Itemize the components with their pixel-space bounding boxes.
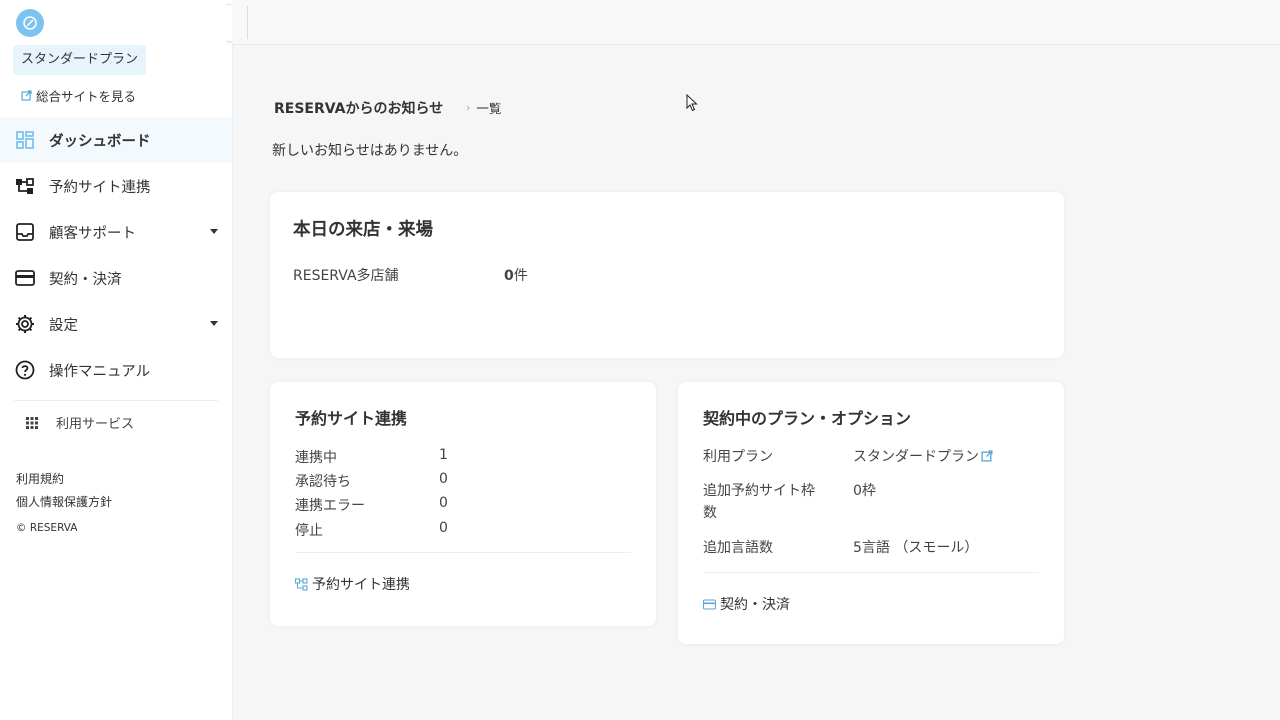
- gear-icon: [14, 313, 36, 335]
- external-link-icon: [981, 450, 993, 462]
- inbox-icon: [14, 221, 36, 243]
- news-empty-message: 新しいお知らせはありません。: [272, 143, 468, 159]
- terms-link[interactable]: 利用規約: [16, 468, 112, 491]
- contract-payment-button[interactable]: 契約・決済: [703, 594, 790, 614]
- logo[interactable]: [16, 9, 44, 37]
- mouse-cursor-icon: [686, 94, 698, 112]
- nav-label: ダッシュボード: [49, 133, 151, 150]
- status-label: 承認待ち: [295, 474, 351, 490]
- plan-label: 利用プラン: [703, 449, 773, 465]
- dashboard-icon: [14, 129, 36, 151]
- news-list-link[interactable]: › 一覧: [466, 98, 501, 117]
- external-link-icon: [21, 90, 32, 101]
- nav-label: 顧客サポート: [49, 225, 136, 242]
- contract-payment-button-label: 契約・決済: [720, 597, 790, 613]
- services-menu[interactable]: 利用サービス: [26, 413, 134, 432]
- nav-label: 操作マニュアル: [49, 363, 151, 380]
- nav-label: 予約サイト連携: [49, 179, 151, 196]
- extra-sites-label-line: 追加予約サイト枠: [703, 483, 815, 499]
- view-site-link[interactable]: 総合サイトを見る: [21, 86, 136, 105]
- plan-value: スタンダードプラン: [853, 449, 979, 465]
- card-title: 契約中のプラン・オプション: [703, 409, 912, 428]
- status-value: 0: [439, 471, 448, 487]
- view-site-label: 総合サイトを見る: [36, 89, 137, 104]
- status-value: 1: [439, 447, 448, 463]
- site-link-icon: [14, 175, 36, 197]
- status-value: 0: [439, 495, 448, 511]
- top-bar-divider: [247, 6, 248, 39]
- visit-count-value: 0: [504, 268, 514, 284]
- store-name: RESERVA多店舗: [293, 268, 399, 284]
- plan-value-link[interactable]: スタンダードプラン: [853, 446, 993, 466]
- privacy-link[interactable]: 個人情報保護方針: [16, 491, 112, 514]
- apps-grid-icon: [26, 416, 38, 429]
- chevron-down-icon[interactable]: [210, 229, 218, 234]
- sidebar: スタンダードプラン 総合サイトを見る ダッシュボード 予約サイト連携 顧客サポー…: [0, 0, 233, 720]
- nav-label: 契約・決済: [49, 271, 122, 288]
- logo-mark-icon: [23, 16, 37, 30]
- card-title: 本日の来店・来場: [293, 220, 433, 240]
- top-bar: [232, 0, 1280, 45]
- plan-badge: スタンダードプラン: [13, 45, 147, 75]
- sidebar-divider: [14, 400, 218, 401]
- status-label: 停止: [295, 523, 323, 539]
- extra-sites-label-line: 数: [703, 505, 717, 521]
- card-title: 予約サイト連携: [295, 409, 408, 428]
- extra-sites-value: 0枠: [853, 483, 876, 499]
- sidebar-footer: 利用規約 個人情報保護方針: [16, 468, 112, 514]
- nav-customer-support[interactable]: 顧客サポート: [0, 209, 232, 255]
- chevron-right-icon: ›: [466, 101, 471, 114]
- languages-label: 追加言語数: [703, 540, 773, 556]
- services-label: 利用サービス: [56, 417, 135, 432]
- status-label: 連携中: [295, 450, 337, 466]
- visit-count-unit: 件: [513, 268, 528, 284]
- card-divider: [295, 552, 631, 553]
- news-title: RESERVAからのお知らせ: [274, 101, 444, 117]
- visit-count: 0件: [504, 265, 528, 285]
- today-visits-card: 本日の来店・来場 RESERVA多店舗 0件: [270, 192, 1064, 358]
- help-icon: [14, 359, 36, 381]
- site-link-card: 予約サイト連携 連携中 1 承認待ち 0 連携エラー 0 停止 0 予約サイト連…: [270, 382, 656, 626]
- credit-card-icon: [703, 598, 716, 610]
- sidebar-nav: ダッシュボード 予約サイト連携 顧客サポート 契約・決済 設定 操作マニュアル: [0, 117, 232, 393]
- site-link-button[interactable]: 予約サイト連携: [295, 574, 410, 594]
- card-divider: [703, 572, 1039, 573]
- extra-sites-label: 追加予約サイト枠 数: [703, 480, 815, 524]
- nav-label: 設定: [49, 317, 78, 334]
- chevron-down-icon[interactable]: [210, 321, 218, 326]
- site-link-icon: [295, 577, 308, 591]
- plan-card: 契約中のプラン・オプション 利用プラン スタンダードプラン 追加予約サイト枠 数…: [678, 382, 1064, 644]
- copyright: © RESERVA: [16, 522, 78, 534]
- nav-contract-payment[interactable]: 契約・決済: [0, 255, 232, 301]
- status-value: 0: [439, 520, 448, 536]
- languages-value: 5言語 （スモール）: [853, 540, 979, 556]
- credit-card-icon: [14, 267, 36, 289]
- nav-site-link[interactable]: 予約サイト連携: [0, 163, 232, 209]
- nav-manual[interactable]: 操作マニュアル: [0, 347, 232, 393]
- news-list-label: 一覧: [476, 101, 502, 116]
- status-label: 連携エラー: [295, 498, 365, 514]
- site-link-button-label: 予約サイト連携: [312, 577, 410, 593]
- nav-settings[interactable]: 設定: [0, 301, 232, 347]
- nav-dashboard[interactable]: ダッシュボード: [0, 117, 232, 163]
